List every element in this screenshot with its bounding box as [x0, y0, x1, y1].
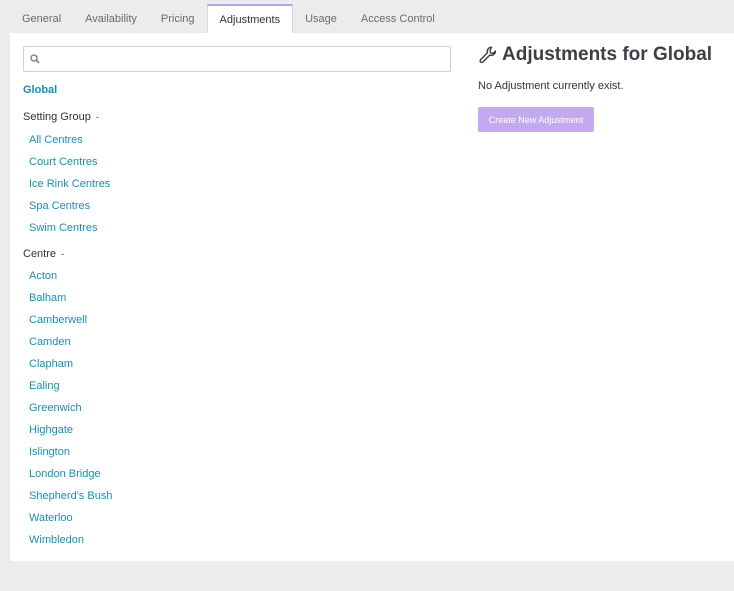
- sidebar-item-waterloo[interactable]: Waterloo: [29, 511, 112, 533]
- sidebar-item-camden[interactable]: Camden: [29, 335, 112, 357]
- collapse-icon: -: [61, 249, 65, 259]
- sidebar-item-highgate[interactable]: Highgate: [29, 423, 112, 445]
- sidebar-item-wimbledon[interactable]: Wimbledon: [29, 533, 112, 555]
- sidebar-item-london-bridge[interactable]: London Bridge: [29, 467, 112, 489]
- tab-usage[interactable]: Usage: [293, 6, 349, 33]
- sidebar-item-court-centres[interactable]: Court Centres: [29, 155, 110, 177]
- empty-state-message: No Adjustment currently exist.: [478, 80, 624, 92]
- sidebar-item-swim-centres[interactable]: Swim Centres: [29, 221, 110, 243]
- setting-group-header[interactable]: Setting Group -: [23, 111, 99, 123]
- search-input[interactable]: [44, 49, 448, 71]
- tab-pricing[interactable]: Pricing: [149, 6, 207, 33]
- centre-header[interactable]: Centre -: [23, 248, 64, 260]
- search-icon: [30, 54, 40, 64]
- centre-list: Acton Balham Camberwell Camden Clapham E…: [29, 269, 112, 555]
- sidebar-item-ice-rink-centres[interactable]: Ice Rink Centres: [29, 177, 110, 199]
- centre-label: Centre: [23, 248, 57, 260]
- content-panel: Global Setting Group - All Centres Court…: [10, 33, 734, 561]
- search-box: [23, 46, 451, 72]
- global-link[interactable]: Global: [23, 84, 57, 96]
- setting-group-label: Setting Group: [23, 111, 91, 123]
- sidebar-item-acton[interactable]: Acton: [29, 269, 112, 291]
- page-title: Adjustments for Global: [478, 44, 712, 66]
- sidebar-item-all-centres[interactable]: All Centres: [29, 133, 110, 155]
- sidebar-item-spa-centres[interactable]: Spa Centres: [29, 199, 110, 221]
- sidebar-item-clapham[interactable]: Clapham: [29, 357, 112, 379]
- setting-group-list: All Centres Court Centres Ice Rink Centr…: [29, 133, 110, 243]
- tab-access-control[interactable]: Access Control: [349, 6, 447, 33]
- page-title-text: Adjustments for Global: [502, 44, 713, 65]
- sidebar-item-greenwich[interactable]: Greenwich: [29, 401, 112, 423]
- tab-general[interactable]: General: [10, 6, 73, 33]
- sidebar-item-islington[interactable]: Islington: [29, 445, 112, 467]
- sidebar-item-camberwell[interactable]: Camberwell: [29, 313, 112, 335]
- create-adjustment-button[interactable]: Create New Adjustment: [478, 107, 594, 132]
- tab-bar: General Availability Pricing Adjustments…: [10, 4, 447, 33]
- sidebar-item-shepherds-bush[interactable]: Shepherd's Bush: [29, 489, 112, 511]
- tab-availability[interactable]: Availability: [73, 6, 149, 33]
- sidebar-item-ealing[interactable]: Ealing: [29, 379, 112, 401]
- tab-adjustments[interactable]: Adjustments: [206, 4, 294, 33]
- sidebar-item-balham[interactable]: Balham: [29, 291, 112, 313]
- collapse-icon: -: [95, 112, 99, 122]
- wrench-icon: [479, 46, 497, 64]
